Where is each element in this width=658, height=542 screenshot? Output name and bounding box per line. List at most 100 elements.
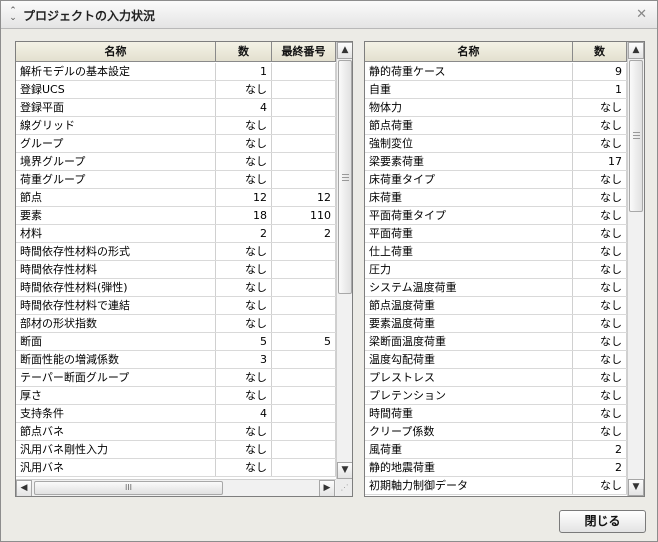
column-header-count[interactable]: 数 [216,42,272,62]
row-count-cell: なし [573,405,627,422]
table-row[interactable]: 自重 1 [365,81,627,99]
row-count-cell: 18 [216,207,272,224]
row-count-cell: なし [573,135,627,152]
table-row[interactable]: 物体力 なし [365,99,627,117]
left-horizontal-scroll-thumb[interactable]: III [34,481,223,495]
table-row[interactable]: 静的地震荷重 2 [365,459,627,477]
table-row[interactable]: 節点温度荷重 なし [365,297,627,315]
row-name-cell: 節点荷重 [365,117,573,134]
table-row[interactable]: 境界グループ なし [16,153,336,171]
table-row[interactable]: 仕上荷重 なし [365,243,627,261]
row-name-cell: 荷重グループ [16,171,216,188]
row-name-cell: 床荷重タイプ [365,171,573,188]
table-row[interactable]: 登録UCS なし [16,81,336,99]
row-count-cell: なし [216,369,272,386]
row-last-number-cell [272,99,336,116]
close-button[interactable]: 閉じる [559,510,646,533]
table-row[interactable]: 風荷重 2 [365,441,627,459]
scroll-down-icon[interactable]: ▼ [628,479,644,496]
table-row[interactable]: 要素温度荷重 なし [365,315,627,333]
table-row[interactable]: 梁断面温度荷重 なし [365,333,627,351]
table-row[interactable]: 登録平面 4 [16,99,336,117]
row-last-number-cell [272,369,336,386]
row-count-cell: なし [573,315,627,332]
row-name-cell: 初期軸力制御データ [365,477,573,494]
table-row[interactable]: 圧力 なし [365,261,627,279]
scroll-up-icon[interactable]: ▲ [628,42,644,59]
row-count-cell: 4 [216,99,272,116]
right-vertical-scroll-thumb[interactable] [629,60,643,212]
table-row[interactable]: 強制変位 なし [365,135,627,153]
row-name-cell: 線グリッド [16,117,216,134]
title-bar[interactable]: ⌃ ⌄ プロジェクトの入力状況 ✕ [1,1,657,29]
row-count-cell: なし [573,297,627,314]
collapse-icon[interactable]: ⌃ ⌄ [7,7,19,23]
table-row[interactable]: 支持条件 4 [16,405,336,423]
row-last-number-cell: 5 [272,333,336,350]
table-row[interactable]: テーパー断面グループ なし [16,369,336,387]
table-row[interactable]: 床荷重 なし [365,189,627,207]
table-row[interactable]: 平面荷重 なし [365,225,627,243]
row-name-cell: 支持条件 [16,405,216,422]
row-name-cell: 節点 [16,189,216,206]
table-row[interactable]: 静的荷重ケース 9 [365,63,627,81]
table-row[interactable]: 汎用バネ なし [16,459,336,477]
table-row[interactable]: 時間依存性材料 なし [16,261,336,279]
table-row[interactable]: 荷重グループ なし [16,171,336,189]
table-row[interactable]: 時間荷重 なし [365,405,627,423]
table-row[interactable]: 梁要素荷重 17 [365,153,627,171]
table-row[interactable]: 床荷重タイプ なし [365,171,627,189]
row-count-cell: なし [216,117,272,134]
table-row[interactable]: グループ なし [16,135,336,153]
left-vertical-scrollbar[interactable]: ▲ ▼ [336,42,352,479]
row-last-number-cell [272,279,336,296]
table-row[interactable]: 平面荷重タイプ なし [365,207,627,225]
column-header-last-number[interactable]: 最終番号 [272,42,336,62]
row-name-cell: 梁断面温度荷重 [365,333,573,350]
scroll-right-icon[interactable]: ▶ [319,480,335,496]
table-row[interactable]: 時間依存性材料で連結 なし [16,297,336,315]
scroll-up-icon[interactable]: ▲ [337,42,352,59]
row-count-cell: なし [216,459,272,476]
close-icon[interactable]: ✕ [636,7,647,22]
table-row[interactable]: 時間依存性材料(弾性) なし [16,279,336,297]
table-row[interactable]: 節点荷重 なし [365,117,627,135]
table-row[interactable]: 部材の形状指数 なし [16,315,336,333]
table-row[interactable]: 材料 2 2 [16,225,336,243]
table-row[interactable]: プレテンション なし [365,387,627,405]
right-vertical-scrollbar[interactable]: ▲ ▼ [627,42,644,496]
table-row[interactable]: 断面 5 5 [16,333,336,351]
table-row[interactable]: 初期軸力制御データ なし [365,477,627,495]
table-row[interactable]: 厚さ なし [16,387,336,405]
table-row[interactable]: 汎用バネ剛性入力 なし [16,441,336,459]
row-name-cell: グループ [16,135,216,152]
table-row[interactable]: 要素 18 110 [16,207,336,225]
left-vertical-scroll-thumb[interactable] [338,60,352,294]
table-row[interactable]: 断面性能の増減係数 3 [16,351,336,369]
table-row[interactable]: 節点 12 12 [16,189,336,207]
table-row[interactable]: 時間依存性材料の形式 なし [16,243,336,261]
row-name-cell: 断面性能の増減係数 [16,351,216,368]
column-header-name[interactable]: 名称 [365,42,573,62]
column-header-name[interactable]: 名称 [16,42,216,62]
table-row[interactable]: システム温度荷重 なし [365,279,627,297]
row-name-cell: 材料 [16,225,216,242]
row-name-cell: 時間荷重 [365,405,573,422]
table-row[interactable]: 解析モデルの基本設定 1 [16,63,336,81]
row-count-cell: なし [573,423,627,440]
left-table-header: 名称 数 最終番号 [16,42,336,62]
table-row[interactable]: クリープ係数 なし [365,423,627,441]
row-name-cell: システム温度荷重 [365,279,573,296]
column-header-count[interactable]: 数 [573,42,627,62]
table-row[interactable]: 温度勾配荷重 なし [365,351,627,369]
row-name-cell: 要素 [16,207,216,224]
table-row[interactable]: 線グリッド なし [16,117,336,135]
row-count-cell: なし [216,297,272,314]
table-row[interactable]: 節点バネ なし [16,423,336,441]
scroll-down-icon[interactable]: ▼ [337,462,352,479]
left-horizontal-scrollbar[interactable]: ◀ III ▶ [16,479,336,496]
table-row[interactable]: プレストレス なし [365,369,627,387]
row-count-cell: 2 [573,441,627,458]
scroll-left-icon[interactable]: ◀ [16,480,32,496]
row-name-cell: 静的地震荷重 [365,459,573,476]
